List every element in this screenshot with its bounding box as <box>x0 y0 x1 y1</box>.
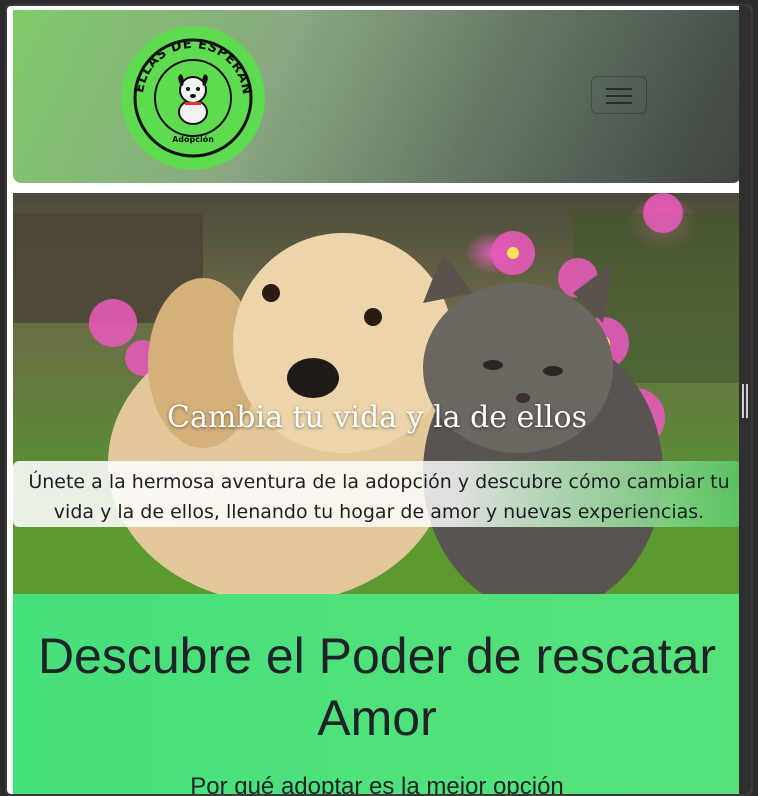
browser-frame: HUELLAS DE ESPERANZA Adopción <box>5 4 753 796</box>
scrollbar-grip[interactable] <box>742 384 748 418</box>
rescue-section: Descubre el Poder de rescatar Amor Por q… <box>13 594 741 794</box>
logo-subtext: Adopción <box>172 134 214 144</box>
hero-carousel: Cambia tu vida y la de ellos Únete a la … <box>13 193 741 594</box>
site-logo[interactable]: HUELLAS DE ESPERANZA Adopción <box>121 26 265 170</box>
menu-toggle-button[interactable] <box>591 76 647 114</box>
section-subheading: Por qué adoptar es la mejor opción <box>190 773 564 794</box>
section-heading: Descubre el Poder de rescatar Amor <box>37 628 717 746</box>
logo-emblem: HUELLAS DE ESPERANZA Adopción <box>121 26 254 158</box>
page-scrollbar[interactable] <box>739 6 751 794</box>
hamburger-icon <box>606 88 632 90</box>
hamburger-icon-line <box>606 95 632 97</box>
hero-image <box>13 193 741 594</box>
hamburger-icon-line <box>606 102 632 104</box>
page-viewport: HUELLAS DE ESPERANZA Adopción <box>13 10 741 794</box>
site-header: HUELLAS DE ESPERANZA Adopción <box>13 10 741 183</box>
dog-icon <box>178 74 208 125</box>
hero-title: Cambia tu vida y la de ellos <box>167 400 587 435</box>
hero-description: Únete a la hermosa aventura de la adopci… <box>13 461 741 527</box>
